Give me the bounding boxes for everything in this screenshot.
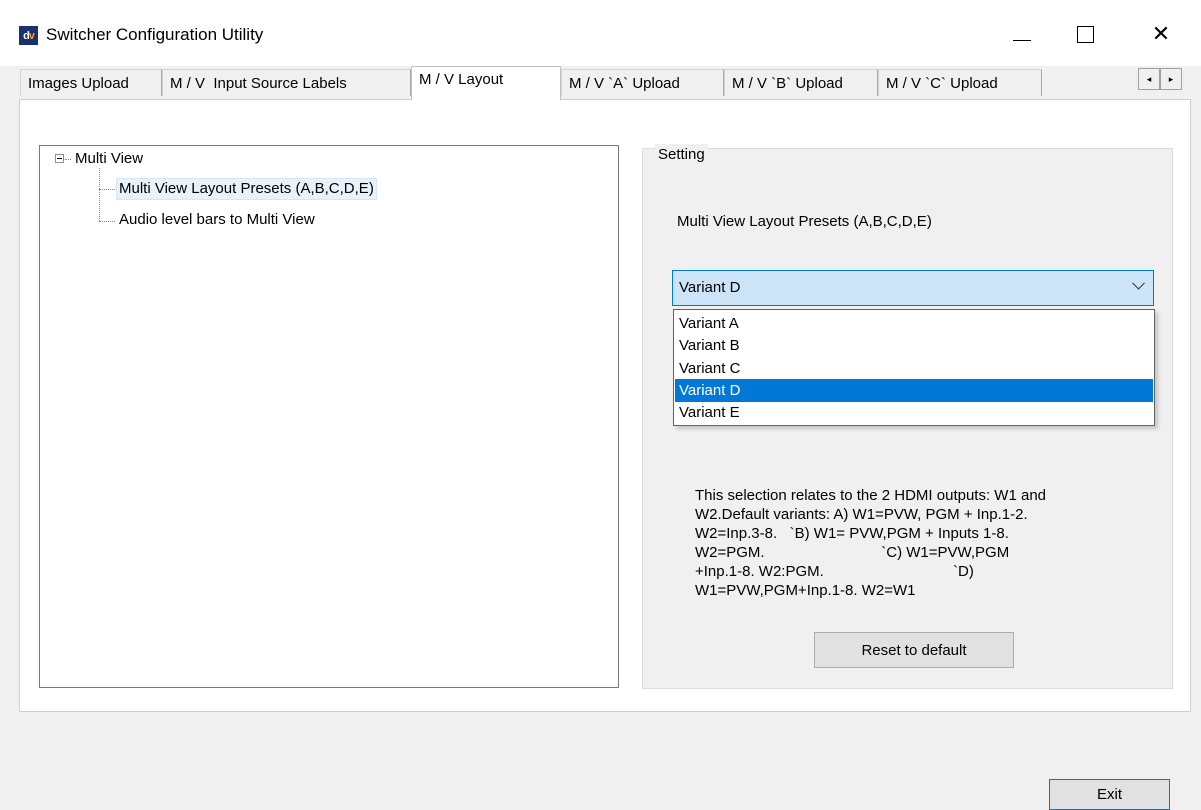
option-label: Variant A	[679, 315, 739, 332]
minimize-button[interactable]	[1000, 14, 1044, 54]
tab-label: Images Upload	[28, 75, 129, 92]
setting-legend: Setting	[655, 144, 708, 166]
tab-layout[interactable]: M / V Layout	[411, 66, 561, 100]
setting-label: Multi View Layout Presets (A,B,C,D,E)	[677, 213, 932, 230]
logo-letter-v: v	[28, 29, 35, 42]
tab-c-upload[interactable]: M / V `C` Upload	[878, 69, 1042, 96]
maximize-button[interactable]	[1063, 14, 1107, 54]
option-label: Variant E	[679, 404, 740, 421]
tree-node-layout-presets[interactable]: Multi View Layout Presets (A,B,C,D,E)	[116, 178, 377, 200]
dropdown-option-variant-a[interactable]: Variant A	[675, 312, 1153, 335]
option-label: Variant B	[679, 337, 740, 354]
title-bar: dv Switcher Configuration Utility ✕	[0, 0, 1201, 66]
close-button[interactable]: ✕	[1139, 14, 1183, 54]
setting-description: This selection relates to the 2 HDMI out…	[695, 487, 1046, 599]
layout-preset-dropdown: Variant A Variant B Variant C Variant D …	[673, 309, 1155, 426]
tab-a-upload[interactable]: M / V `A` Upload	[561, 69, 724, 96]
dropdown-option-variant-d[interactable]: Variant D	[675, 379, 1153, 402]
tab-label: M / V `C` Upload	[886, 75, 998, 92]
tab-images-upload[interactable]: Images Upload	[20, 69, 162, 96]
maximize-icon	[1076, 25, 1094, 43]
tree-node-label: Multi View Layout Presets (A,B,C,D,E)	[119, 180, 374, 197]
tree-node-label: Audio level bars to Multi View	[119, 211, 315, 228]
tab-label: M / V `B` Upload	[732, 75, 843, 92]
tab-strip: Images Upload M / V Input Source Labels …	[20, 66, 1201, 100]
reset-to-default-button[interactable]: Reset to default	[814, 632, 1014, 668]
option-label: Variant D	[679, 382, 741, 399]
tree-connector	[65, 159, 71, 160]
close-icon: ✕	[1151, 21, 1171, 47]
app-logo-icon: dv	[19, 26, 38, 45]
layout-preset-combobox[interactable]: Variant D	[672, 270, 1154, 306]
tree-node-multi-view[interactable]: Multi View	[75, 149, 143, 169]
minimize-icon	[1013, 39, 1031, 41]
tree-node-audio-level-bars[interactable]: Audio level bars to Multi View	[119, 210, 315, 230]
collapse-icon[interactable]	[55, 154, 64, 163]
chevron-down-icon[interactable]	[1132, 276, 1145, 290]
arrow-right-icon: ▸	[1168, 73, 1174, 84]
combobox-value: Variant D	[679, 279, 741, 296]
tab-input-source-labels[interactable]: M / V Input Source Labels	[162, 69, 411, 96]
dropdown-option-variant-e[interactable]: Variant E	[675, 401, 1153, 424]
tab-label: M / V `A` Upload	[569, 75, 680, 92]
dropdown-option-variant-c[interactable]: Variant C	[675, 357, 1153, 380]
button-label: Exit	[1096, 786, 1122, 803]
dropdown-option-variant-b[interactable]: Variant B	[675, 334, 1153, 357]
settings-tree[interactable]: Multi View Multi View Layout Presets (A,…	[39, 145, 619, 688]
tree-node-label: Multi View	[75, 150, 144, 167]
tab-label: M / V Layout	[419, 71, 504, 88]
tab-scroll-buttons: ◂ ▸	[1138, 68, 1182, 90]
tab-label: M / V Input Source Labels	[170, 75, 347, 92]
tree-connector	[99, 221, 115, 222]
tab-scroll-left-button[interactable]: ◂	[1138, 68, 1160, 90]
button-label: Reset to default	[861, 641, 967, 659]
arrow-left-icon: ◂	[1146, 73, 1152, 84]
option-label: Variant C	[679, 360, 741, 377]
tree-connector	[99, 189, 115, 190]
tree-connector	[99, 168, 100, 221]
window-title: Switcher Configuration Utility	[46, 25, 264, 44]
exit-button[interactable]: Exit	[1049, 779, 1170, 810]
tab-b-upload[interactable]: M / V `B` Upload	[724, 69, 878, 96]
tab-scroll-right-button[interactable]: ▸	[1160, 68, 1182, 90]
